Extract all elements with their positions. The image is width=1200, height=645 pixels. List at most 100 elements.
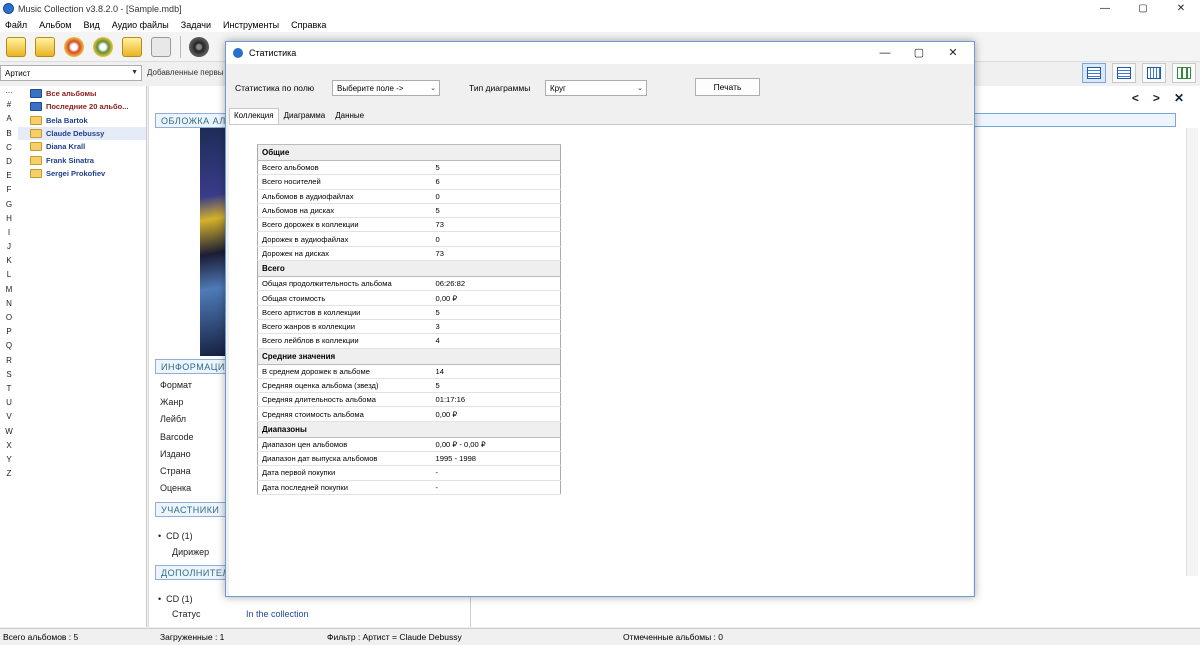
stats-key: Альбомов в аудиофайлах [257,189,432,204]
tree-item[interactable]: Frank Sinatra [18,153,146,166]
new-album-icon[interactable] [6,36,26,57]
menu-album[interactable]: Альбом [39,20,71,30]
menu-tasks[interactable]: Задачи [181,20,211,30]
dialog-close-button[interactable]: ✕ [936,42,970,64]
status-total: Всего альбомов : 5 [3,632,79,642]
alpha-index-item[interactable]: C [0,143,18,157]
view-details-button[interactable] [1082,63,1106,83]
menu-audio-files[interactable]: Аудио файлы [112,20,169,30]
menu-tools[interactable]: Инструменты [223,20,279,30]
participants-cd-label: CD (1) [166,531,193,541]
group-by-value: Артист [5,68,31,78]
album-icon [30,89,42,99]
alpha-index-item[interactable]: # [0,100,18,114]
stats-key: В среднем дорожек в альбоме [257,364,432,379]
field-select[interactable]: Выберите поле -> ⌄ [332,80,440,96]
import-icon[interactable] [151,36,171,57]
prev-album-button[interactable]: < [1132,91,1139,105]
alpha-index-item[interactable]: S [0,370,18,384]
chart-type-select[interactable]: Круг ⌄ [545,80,647,96]
view-thumbs-button[interactable] [1172,63,1196,83]
alpha-index-item[interactable]: K [0,256,18,270]
menu-bar: Файл Альбом Вид Аудио файлы Задачи Инстр… [0,17,1200,32]
alpha-index-item[interactable]: T [0,384,18,398]
minimize-button[interactable]: — [1086,0,1124,17]
alpha-index-item[interactable]: F [0,185,18,199]
edit-cd-icon[interactable] [93,36,113,57]
tree-item[interactable]: Bela Bartok [18,114,146,127]
tree-item[interactable]: Sergei Prokofiev [18,167,146,180]
alpha-index-item[interactable]: Q [0,341,18,355]
alpha-index-item[interactable]: L [0,270,18,284]
stats-key: Диапазон цен альбомов [257,437,432,453]
stats-key: Всего артистов в коллекции [257,305,432,320]
stats-section-title: Всего [257,260,561,278]
view-list-button[interactable] [1112,63,1136,83]
next-album-button[interactable]: > [1153,91,1160,105]
disc-text-icon[interactable] [189,36,209,57]
alpha-index-item[interactable]: N [0,299,18,313]
alpha-index-item[interactable]: Y [0,455,18,469]
stats-section-title: Общие [257,144,561,161]
tree-item[interactable]: Diana Krall [18,140,146,153]
menu-view[interactable]: Вид [83,20,99,30]
group-by-select[interactable]: Артист ▼ [0,65,142,81]
alpha-index-item[interactable]: W [0,427,18,441]
details-scrollbar[interactable] [1186,128,1198,576]
print-button[interactable]: Печать [695,78,760,96]
alpha-index-item[interactable]: X [0,441,18,455]
folder-icon [30,129,42,139]
menu-file[interactable]: Файл [5,20,27,30]
tab-chart[interactable]: Диаграмма [279,108,331,124]
alpha-index-item[interactable]: E [0,171,18,185]
alpha-index-item[interactable]: B [0,129,18,143]
alpha-index-item[interactable]: ... [0,86,18,100]
alpha-index-item[interactable]: J [0,242,18,256]
statistics-table: Общие Всего альбомов 5 Всего носителей 6 Альб… [257,144,561,495]
alpha-index-item[interactable]: A [0,114,18,128]
alpha-index-item[interactable]: U [0,398,18,412]
tab-collection[interactable]: Коллекция [229,108,279,124]
dialog-maximize-button[interactable]: ▢ [902,42,936,64]
stats-row: Средняя оценка альбома (звезд) 5 [257,378,561,394]
alphabet-index: ... # A B C D E F G H I J K L M N O P Q R S T U V W X Y Z [0,86,18,627]
tree-item-label: Claude Debussy [46,129,105,139]
field-select-value: Выберите поле -> [337,83,404,93]
maximize-button[interactable]: ▢ [1124,0,1162,17]
alpha-index-item[interactable]: Z [0,469,18,483]
tab-data[interactable]: Данные [330,108,369,124]
alpha-index-item[interactable]: R [0,356,18,370]
alpha-index-item[interactable]: M [0,285,18,299]
info-field-label: Жанр [160,397,184,408]
add-cd-icon[interactable] [64,36,84,57]
alpha-index-item[interactable]: I [0,228,18,242]
stats-value: 0,00 ₽ [431,290,561,306]
tree-item[interactable]: Claude Debussy [18,126,146,141]
stats-row: Средняя длительность альбома 01:17:16 [257,392,561,408]
stats-row: Всего артистов в коллекции 5 [257,305,561,320]
album-cover-image[interactable] [200,128,227,356]
close-button[interactable]: ✕ [1162,0,1200,17]
menu-help[interactable]: Справка [291,20,326,30]
tree-item[interactable]: Все альбомы [18,87,146,100]
add-album-icon[interactable] [35,36,55,57]
alpha-index-item[interactable]: G [0,200,18,214]
stats-value: 5 [431,305,561,320]
statistics-app-icon [233,48,243,58]
alpha-index-item[interactable]: P [0,327,18,341]
close-details-button[interactable]: ✕ [1174,91,1184,105]
tree-item[interactable]: Последние 20 альбо... [18,100,146,113]
view-tiles-button[interactable] [1142,63,1166,83]
dialog-title-bar: Статистика — ▢ ✕ [226,42,974,64]
chart-type-label: Тип диаграммы [469,83,531,93]
alpha-index-item[interactable]: O [0,313,18,327]
stats-key: Общая продолжительность альбома [257,276,432,292]
search-folder-icon[interactable] [122,36,142,57]
alpha-index-item[interactable]: V [0,412,18,426]
alpha-index-item[interactable]: H [0,214,18,228]
alpha-index-item[interactable]: D [0,157,18,171]
artist-tree: Все альбомы Последние 20 альбо... Bela Bar… [18,86,147,627]
dialog-minimize-button[interactable]: — [868,42,902,64]
additional-section-header: ДОПОЛНИТЕЛ [155,565,235,580]
stats-key: Всего альбомов [257,160,432,176]
